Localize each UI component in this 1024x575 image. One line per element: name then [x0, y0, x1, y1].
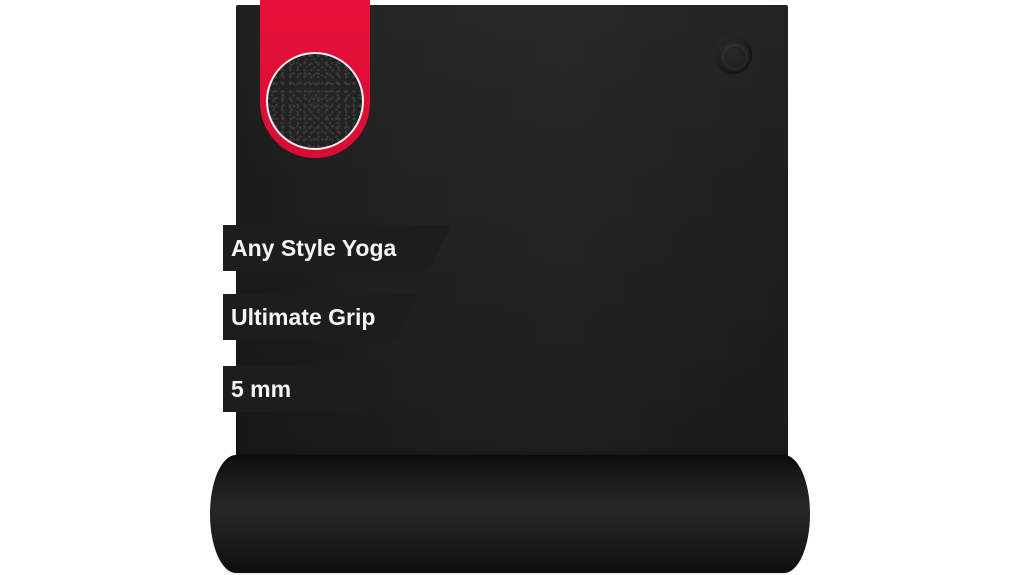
feature-tag-any-style-yoga: Any Style Yoga: [223, 225, 451, 271]
feature-tag-ultimate-grip: Ultimate Grip: [223, 294, 419, 340]
texture-swatch-icon: [266, 52, 364, 150]
feature-tag-thickness: 5 mm: [223, 366, 387, 412]
brand-logo-emboss-icon: [714, 36, 752, 74]
yoga-mat-roll: [210, 455, 810, 573]
product-image: Any Style Yoga Ultimate Grip 5 mm: [0, 0, 1024, 575]
